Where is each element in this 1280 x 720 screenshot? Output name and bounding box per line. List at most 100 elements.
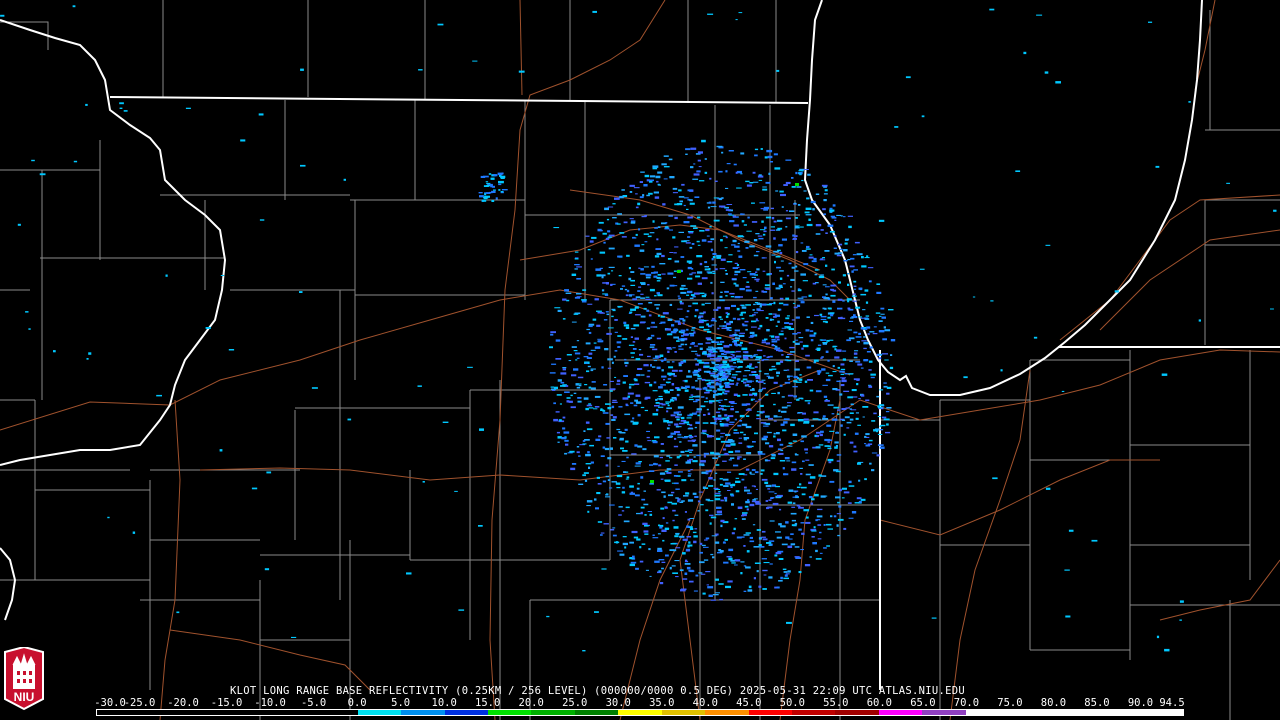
echo-pixel xyxy=(679,318,684,320)
echo-pixel xyxy=(640,506,645,509)
echo-pixel xyxy=(719,598,723,601)
echo-pixel xyxy=(730,494,735,497)
echo-pixel xyxy=(655,175,661,179)
echo-pixel xyxy=(702,429,707,432)
echo-pixel xyxy=(576,451,580,454)
echo-pixel xyxy=(736,307,740,311)
echo-pixel xyxy=(658,570,662,572)
echo-pixel xyxy=(695,380,698,382)
echo-pixel xyxy=(578,483,584,485)
echo-pixel xyxy=(715,418,718,421)
echo-pixel xyxy=(721,151,724,154)
echo-pixel xyxy=(623,471,627,473)
echo-pixel xyxy=(820,315,827,318)
echo-pixel xyxy=(656,238,659,241)
echo-pixel xyxy=(801,397,804,400)
echo-pixel xyxy=(716,377,722,380)
echo-pixel xyxy=(793,235,798,237)
echo-pixel xyxy=(652,165,659,168)
echo-pixel xyxy=(733,362,736,364)
echo-pixel xyxy=(574,251,579,253)
echo-pixel xyxy=(784,322,790,324)
colorbar-segment xyxy=(401,710,445,715)
echo-pixel xyxy=(708,400,715,403)
echo-pixel xyxy=(743,534,750,536)
echo-pixel xyxy=(625,440,629,443)
echo-pixel xyxy=(648,302,653,304)
echo-pixel xyxy=(822,495,828,497)
echo-pixel xyxy=(879,446,885,449)
echo-pixel xyxy=(747,271,752,273)
echo-pixel xyxy=(809,556,812,558)
echo-pixel xyxy=(830,209,834,212)
echo-pixel xyxy=(785,317,790,320)
echo-pixel xyxy=(771,217,775,220)
echo-pixel xyxy=(751,469,756,471)
echo-pixel xyxy=(864,478,867,481)
echo-pixel xyxy=(800,273,806,276)
echo-pixel xyxy=(768,172,771,175)
echo-pixel xyxy=(706,408,709,411)
echo-pixel xyxy=(616,428,621,431)
echo-pixel xyxy=(1068,529,1074,532)
scale-label: 70.0 xyxy=(953,697,980,709)
echo-pixel xyxy=(646,194,650,197)
echo-pixel xyxy=(790,278,795,281)
echo-pixel xyxy=(813,332,817,335)
echo-pixel xyxy=(674,260,680,263)
echo-pixel xyxy=(659,526,663,529)
echo-pixel xyxy=(657,314,660,317)
echo-pixel xyxy=(571,374,577,377)
echo-pixel xyxy=(792,302,796,304)
echo-pixel xyxy=(674,514,679,516)
echo-pixel xyxy=(666,427,670,430)
echo-pixel xyxy=(865,301,869,304)
echo-pixel xyxy=(795,495,798,497)
echo-pixel xyxy=(692,531,697,534)
echo-pixel xyxy=(681,479,687,482)
echo-pixel xyxy=(687,414,692,417)
echo-pixel xyxy=(798,337,804,339)
echo-pixel xyxy=(746,281,750,283)
echo-pixel xyxy=(648,314,652,317)
echo-pixel xyxy=(740,561,745,563)
echo-pixel xyxy=(602,480,607,483)
echo-pixel xyxy=(710,248,714,252)
echo-pixel xyxy=(661,273,666,275)
echo-pixel xyxy=(836,513,841,515)
echo-pixel xyxy=(731,562,736,564)
echo-pixel xyxy=(623,520,630,523)
echo-pixel xyxy=(725,433,731,436)
echo-pixel xyxy=(740,213,745,215)
echo-pixel xyxy=(815,224,822,227)
echo-pixel xyxy=(763,435,768,438)
echo-pixel xyxy=(807,197,810,199)
echo-pixel xyxy=(623,324,630,327)
echo-pixel xyxy=(704,379,711,382)
echo-pixel xyxy=(500,175,506,178)
echo-pixel xyxy=(728,450,734,453)
echo-pixel xyxy=(621,491,626,494)
echo-pixel xyxy=(685,559,688,562)
echo-pixel xyxy=(258,113,264,116)
echo-pixel xyxy=(738,442,743,444)
echo-pixel xyxy=(628,386,632,389)
echo-pixel xyxy=(720,524,723,528)
echo-pixel xyxy=(673,445,679,448)
echo-pixel xyxy=(654,405,660,407)
echo-pixel xyxy=(735,337,740,340)
echo-pixel xyxy=(825,372,830,374)
echo-pixel xyxy=(690,166,694,169)
echo-pixel xyxy=(690,469,693,471)
echo-pixel xyxy=(795,251,799,254)
echo-pixel xyxy=(765,484,772,488)
echo-pixel xyxy=(585,362,588,364)
echo-pixel xyxy=(661,254,665,258)
echo-pixel xyxy=(497,172,503,176)
echo-pixel xyxy=(799,226,804,228)
echo-pixel xyxy=(643,233,649,235)
echo-pixel xyxy=(673,252,677,254)
echo-pixel xyxy=(582,289,587,291)
echo-pixel xyxy=(785,297,790,300)
echo-pixel xyxy=(622,536,627,538)
